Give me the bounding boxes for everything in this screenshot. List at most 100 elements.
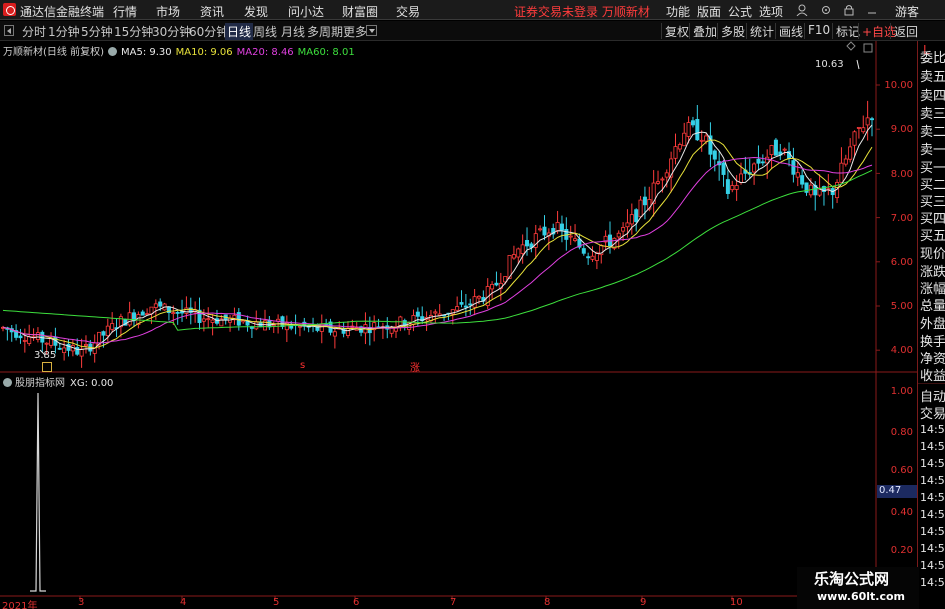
menu-xuanxiang[interactable]: 选项 <box>759 3 783 20</box>
settings-icon[interactable] <box>820 4 832 16</box>
tab-fenshi[interactable]: 分时 <box>22 23 46 40</box>
candle-body <box>725 179 730 194</box>
tick-time: 14:56 <box>920 474 945 487</box>
panel-toggle-icon[interactable] <box>863 43 873 53</box>
tab-1min[interactable]: 1分钟 <box>48 23 80 40</box>
candle-body <box>629 214 634 225</box>
candle-body <box>642 196 647 206</box>
candle-body <box>682 132 687 147</box>
candle-body <box>690 120 695 126</box>
ma60-value: MA60: 8.01 <box>297 47 355 58</box>
tick-time: 14:56 <box>920 440 945 453</box>
candle-body <box>616 232 621 238</box>
menu-gongshi[interactable]: 公式 <box>728 3 752 20</box>
tab-15min[interactable]: 15分钟 <box>114 23 153 40</box>
date-tick: 5 <box>273 597 280 608</box>
tick-time: 14:56 <box>920 542 945 555</box>
toggle-icon[interactable] <box>107 47 117 56</box>
candle-body <box>625 222 630 228</box>
menu-caifuquan[interactable]: 财富圈 <box>342 3 378 20</box>
candle-body <box>607 234 612 247</box>
candle-body <box>415 311 420 317</box>
side-label-weibi: 委比 <box>920 51 945 66</box>
side-label-earnings: 收益 <box>920 369 945 384</box>
tab-60min[interactable]: 60分钟 <box>189 23 228 40</box>
candle-body <box>254 321 259 330</box>
candle-body <box>542 226 547 236</box>
minimize-icon[interactable] <box>866 4 878 16</box>
menu-jiaoyi[interactable]: 交易 <box>396 3 420 20</box>
menu-hangqing[interactable]: 行情 <box>113 3 137 20</box>
back-button[interactable]: 返回 <box>890 23 918 39</box>
user-icon[interactable] <box>796 4 808 16</box>
xg-signal-spike <box>30 392 46 592</box>
menu-wenxiaoda[interactable]: 问小达 <box>288 3 324 20</box>
indicator-tick: 0.60 <box>890 465 913 476</box>
menu-zixun[interactable]: 资讯 <box>200 3 224 20</box>
draw-line-button[interactable]: 画线 <box>775 23 803 39</box>
toggle-icon[interactable] <box>3 378 12 387</box>
trade-label[interactable]: 交易 <box>920 403 945 422</box>
tab-daily[interactable]: 日线 <box>225 23 254 40</box>
f10-button[interactable]: F10 <box>804 23 830 39</box>
side-label-price: 现价 <box>920 247 945 262</box>
tab-monthly[interactable]: 月线 <box>281 23 305 40</box>
candle-body <box>656 181 661 184</box>
restore-rights-button[interactable]: 复权 <box>661 23 689 39</box>
tick-time: 14:56 <box>920 525 945 538</box>
candle-body <box>555 222 560 232</box>
candle-body <box>27 336 32 344</box>
candle-body <box>660 178 665 181</box>
high-marker-line <box>856 59 860 70</box>
menu-banmian[interactable]: 版面 <box>697 3 721 20</box>
side-label-sell2: 卖二 <box>920 125 945 140</box>
candle-body <box>490 284 495 290</box>
candle-body <box>734 185 739 190</box>
candle-body <box>677 144 682 150</box>
statistics-button[interactable]: 统计 <box>746 23 774 39</box>
tick-time: 14:56 <box>920 491 945 504</box>
lock-icon[interactable] <box>843 4 855 16</box>
mark-button[interactable]: 标记 <box>832 23 860 39</box>
candle-body <box>511 254 516 259</box>
candle-body <box>538 228 543 231</box>
candle-body <box>738 173 743 183</box>
date-tick: 4 <box>180 597 187 608</box>
chevron-down-icon[interactable] <box>366 25 377 36</box>
price-tick: 8.00 <box>890 169 913 180</box>
ma60-line <box>2 169 873 331</box>
multi-stock-button[interactable]: 多股 <box>717 23 745 39</box>
kline-chart[interactable] <box>0 41 917 609</box>
event-mark-s[interactable]: s <box>300 360 305 371</box>
overlay-button[interactable]: 叠加 <box>689 23 717 39</box>
tab-more[interactable]: 更多 <box>343 23 367 40</box>
candle-body <box>865 117 870 126</box>
menu-gongneng[interactable]: 功能 <box>666 3 690 20</box>
candle-body <box>18 335 23 339</box>
tab-weekly[interactable]: 周线 <box>253 23 277 40</box>
tab-30min[interactable]: 30分钟 <box>152 23 191 40</box>
menu-shichang[interactable]: 市场 <box>156 3 180 20</box>
date-tick: 8 <box>544 597 551 608</box>
tab-multi-period[interactable]: 多周期 <box>307 23 343 40</box>
indicator-tick: 0.40 <box>890 507 913 518</box>
candle-body <box>852 131 857 146</box>
event-box-icon[interactable] <box>42 362 52 372</box>
indicator-cursor-value: 0.47 <box>877 485 917 498</box>
diamond-icon[interactable] <box>846 41 856 51</box>
tick-time: 14:56 <box>920 457 945 470</box>
candle-body <box>590 255 595 260</box>
candle-body <box>568 235 573 238</box>
date-tick: 2021年 <box>2 601 38 609</box>
user-label[interactable]: 游客 <box>895 3 919 20</box>
candle-body <box>79 348 84 357</box>
menu-faxian[interactable]: 发现 <box>244 3 268 20</box>
event-mark-zhang[interactable]: 涨 <box>410 359 420 374</box>
candle-body <box>573 238 578 241</box>
low-price-label: 3.85 <box>34 350 57 361</box>
ma20-value: MA20: 8.46 <box>236 47 294 58</box>
tab-5min[interactable]: 5分钟 <box>81 23 113 40</box>
scroll-left-icon[interactable] <box>4 25 14 36</box>
candle-body <box>206 318 211 321</box>
candle-body <box>83 344 88 347</box>
